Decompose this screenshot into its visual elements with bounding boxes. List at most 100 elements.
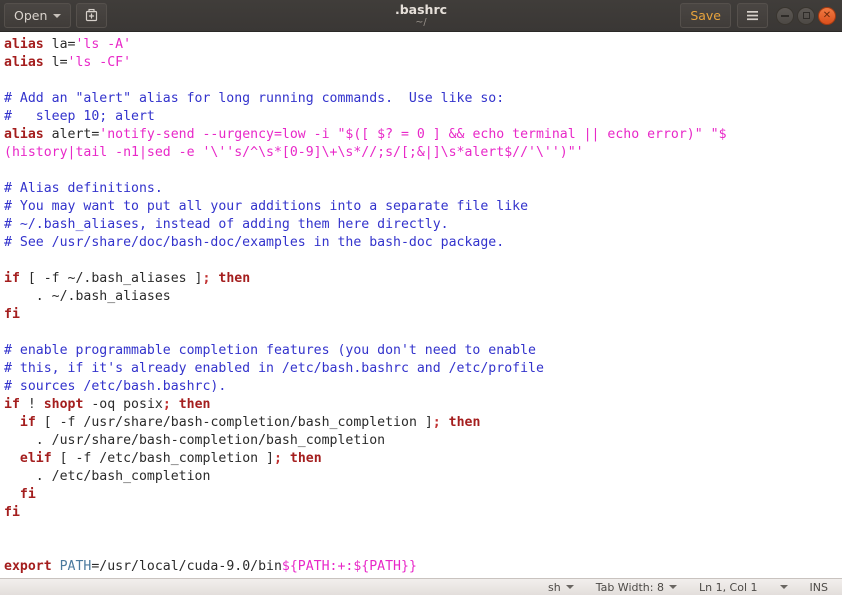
insert-mode-label: INS (809, 580, 828, 594)
save-button-label: Save (690, 8, 721, 23)
open-button-label: Open (14, 8, 48, 23)
code-line: if [ -f ~/.bash_aliases ]; then (4, 270, 842, 288)
code-token: if (19, 415, 36, 430)
code-line: . ~/.bash_aliases (4, 288, 842, 306)
code-token: (history|tail -n1|sed -e '\''s/^\s*[0-9]… (4, 145, 584, 160)
code-token: if (4, 271, 20, 286)
code-line: . /etc/bash_completion (4, 468, 842, 486)
code-line: elif [ -f /etc/bash_completion ]; then (4, 450, 842, 468)
save-button[interactable]: Save (680, 3, 731, 28)
code-token: # enable programmable completion feature… (4, 343, 536, 358)
source-code[interactable]: alias la='ls -A' alias l='ls -CF' # Add a… (2, 36, 842, 578)
code-token: then (218, 271, 251, 286)
minimize-button[interactable] (776, 6, 794, 25)
code-token: 'ls -A' (75, 37, 132, 52)
code-line: fi (4, 306, 842, 324)
code-token: PATH (59, 559, 92, 574)
code-token: [ -f /usr/share/bash-completion/bash_com… (35, 415, 433, 430)
page-title: .bashrc (394, 2, 448, 17)
code-line: export PATH=/usr/local/cuda-9.0/bin${PAT… (4, 558, 842, 576)
code-token: fi (4, 307, 20, 322)
code-token: ; (273, 451, 282, 466)
insert-mode[interactable]: INS (810, 579, 828, 595)
code-token: alert= (51, 127, 100, 142)
text-editor-area[interactable]: alias la='ls -A' alias l='ls -CF' # Add a… (0, 32, 842, 578)
code-token: # You may want to put all your additions… (4, 199, 529, 214)
code-token: 'notify-send --urgency=low -i "$([ $? = … (99, 127, 727, 142)
code-token: export (4, 559, 60, 574)
cursor-position: Ln 1, Col 1 (699, 579, 758, 595)
close-button[interactable]: ✕ (818, 6, 836, 25)
close-icon: ✕ (822, 9, 832, 21)
new-document-icon (84, 8, 99, 23)
code-token: . ~/.bash_aliases (4, 289, 171, 304)
code-line: if [ -f /usr/share/bash-completion/bash_… (4, 414, 842, 432)
code-token: ! (19, 397, 44, 412)
code-line: # ~/.bash_aliases, instead of adding the… (4, 216, 842, 234)
code-line: # sources /etc/bash.bashrc). (4, 378, 842, 396)
gedit-window: Open .bashrc ~/ Save ✕ alias la='ls -A' … (0, 0, 842, 595)
tab-width-label: Tab Width: 8 (595, 580, 664, 594)
code-token: # sources /etc/bash.bashrc). (4, 379, 227, 394)
tab-width-selector[interactable]: Tab Width: 8 (596, 579, 677, 595)
maximize-icon (802, 12, 810, 19)
code-line: fi (4, 486, 842, 504)
code-token: # Alias definitions. (4, 181, 163, 196)
code-line: # sleep 10; alert (4, 108, 842, 126)
code-token: # this, if it's already enabled in /etc/… (4, 361, 544, 376)
code-line: alias l='ls -CF' (4, 54, 842, 72)
language-selector[interactable]: sh (548, 579, 574, 595)
code-token: # sleep 10; alert (4, 109, 155, 124)
minimize-icon (781, 14, 789, 17)
code-token: -oq posix (83, 397, 163, 412)
new-document-button[interactable] (76, 3, 108, 28)
code-line: alias la='ls -A' (4, 36, 842, 54)
code-line: # this, if it's already enabled in /etc/… (4, 360, 842, 378)
code-line: # Alias definitions. (4, 180, 842, 198)
code-token: then (289, 451, 322, 466)
code-token: [ -f /etc/bash_completion ] (51, 451, 274, 466)
code-token: ; (162, 397, 171, 412)
code-token: then (448, 415, 481, 430)
code-token: fi (4, 505, 20, 520)
maximize-button[interactable] (797, 6, 815, 25)
code-token: alias (4, 55, 52, 70)
code-line: fi (4, 504, 842, 522)
code-line: if ! shopt -oq posix; then (4, 396, 842, 414)
code-line: # See /usr/share/doc/bash-doc/examples i… (4, 234, 842, 252)
open-button[interactable]: Open (4, 3, 72, 28)
code-token: . /usr/share/bash-completion/bash_comple… (4, 433, 386, 448)
code-token: . /etc/bash_completion (4, 469, 211, 484)
menu-button[interactable] (737, 3, 768, 28)
titlebar-right-controls: Save ✕ (680, 3, 838, 28)
code-line: alias alert='notify-send --urgency=low -… (4, 126, 842, 144)
extra-options-menu[interactable] (779, 585, 788, 589)
code-line: (history|tail -n1|sed -e '\''s/^\s*[0-9]… (4, 144, 842, 162)
code-token: [ -f ~/.bash_aliases ] (19, 271, 203, 286)
code-token: 'ls -CF' (67, 55, 132, 70)
chevron-down-icon (565, 585, 574, 589)
code-token: shopt (43, 397, 84, 412)
chevron-down-icon (779, 585, 788, 589)
code-token: ; (432, 415, 441, 430)
code-token: fi (19, 487, 36, 502)
statusbar: sh Tab Width: 8 Ln 1, Col 1 INS (0, 578, 842, 595)
code-token: alias (4, 37, 52, 52)
code-token: ${PATH:+:${PATH}} (281, 559, 417, 574)
code-token: # Add an "alert" alias for long running … (4, 91, 505, 106)
code-line: . /usr/share/bash-completion/bash_comple… (4, 432, 842, 450)
cursor-position-label: Ln 1, Col 1 (698, 580, 758, 594)
code-line: # You may want to put all your additions… (4, 198, 842, 216)
code-token: # See /usr/share/doc/bash-doc/examples i… (4, 235, 505, 250)
window-buttons: ✕ (776, 6, 836, 25)
